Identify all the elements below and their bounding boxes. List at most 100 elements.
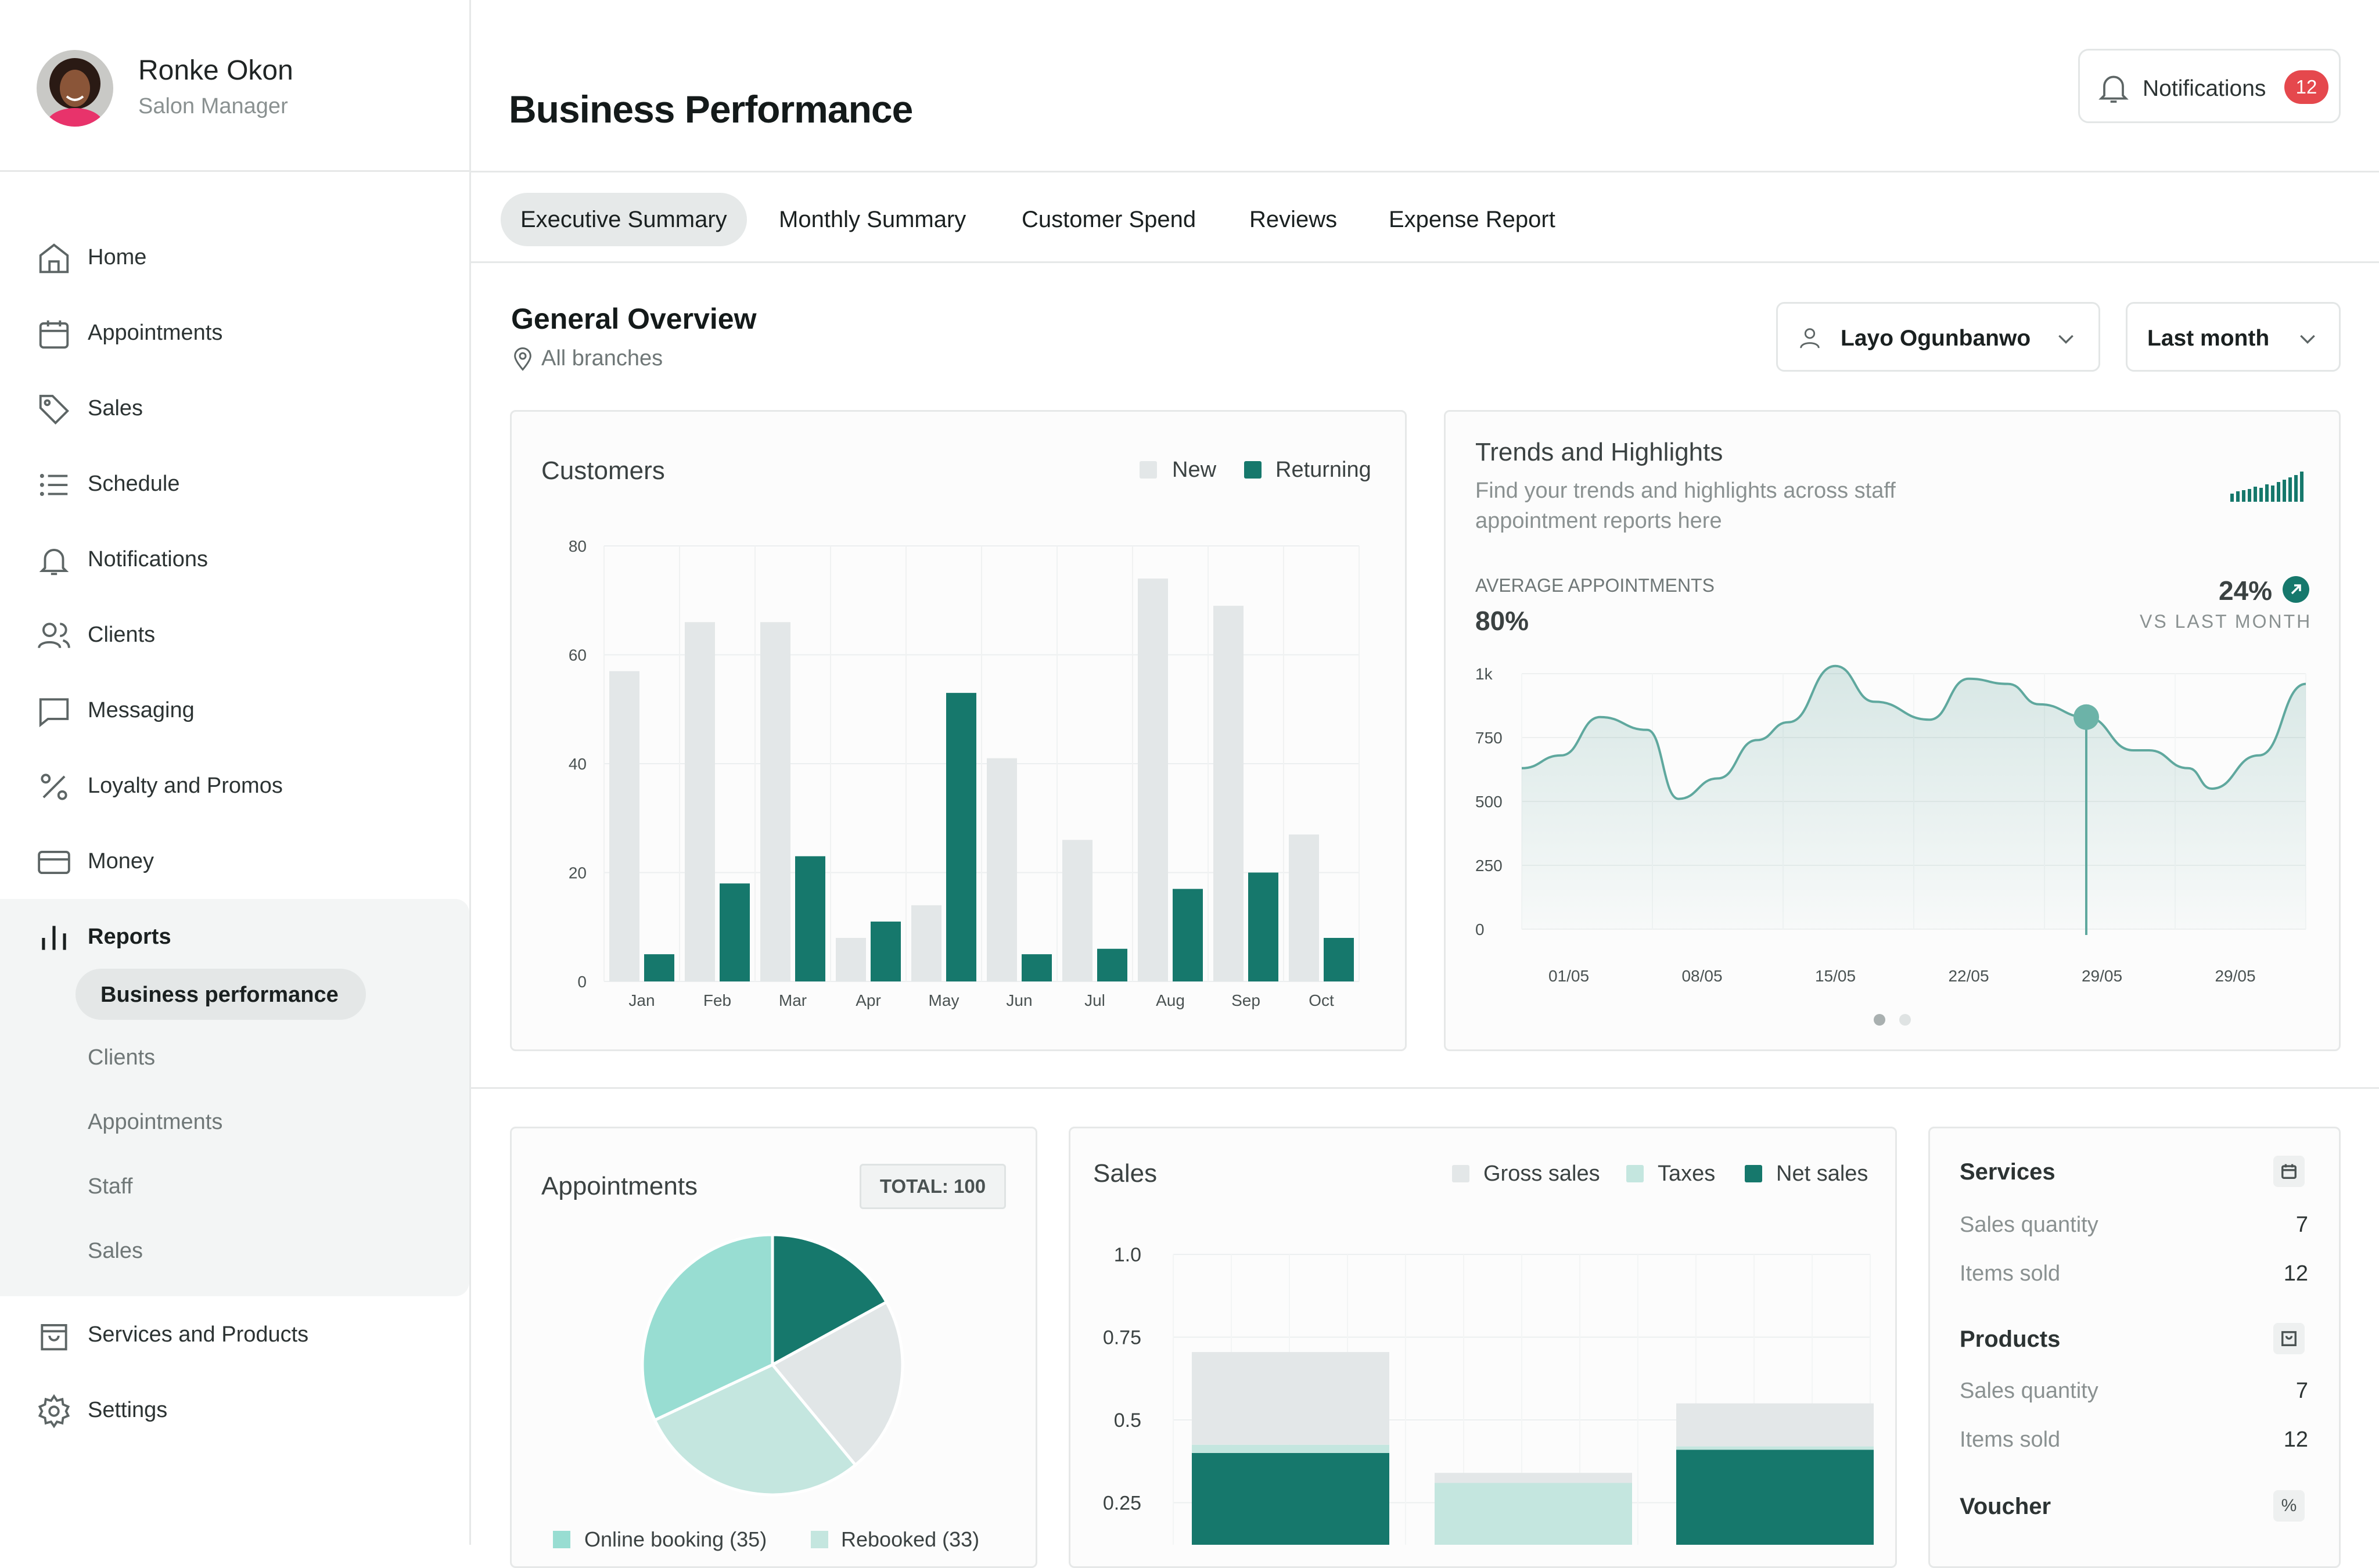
legend-gross-sales-label: Gross sales <box>1483 1161 1600 1186</box>
bar-returning <box>1022 954 1052 981</box>
bar-new <box>1213 606 1244 981</box>
mini-bars-icon <box>2230 472 2303 502</box>
metric-label: AVERAGE APPOINTMENTS <box>1475 575 1715 596</box>
card-icon <box>38 850 70 875</box>
gear-icon <box>38 1394 70 1429</box>
tab-reviews[interactable]: Reviews <box>1249 193 1337 246</box>
nav-label: Notifications <box>88 547 208 571</box>
y-tick-label: 750 <box>1475 729 1503 747</box>
nav-item-messaging[interactable]: Messaging <box>0 678 469 742</box>
sub-item-clients[interactable]: Clients <box>88 1045 155 1070</box>
sub-item-staff[interactable]: Staff <box>88 1174 132 1199</box>
period-select[interactable]: Last month <box>2126 302 2341 372</box>
nav-item-appointments[interactable]: Appointments <box>0 301 469 365</box>
stacked-bar-segment <box>1192 1352 1389 1445</box>
legend-returning-label: Returning <box>1275 458 1371 482</box>
x-tick-label: 22/05 <box>1948 967 1989 985</box>
bell-icon <box>2098 75 2129 103</box>
stacked-bar-segment <box>1192 1453 1389 1545</box>
notifications-label: Notifications <box>2143 76 2266 101</box>
nav-item-notifications[interactable]: Notifications <box>0 527 469 591</box>
pager-dot-active[interactable] <box>1874 1014 1885 1026</box>
appointments-pie-chart <box>641 1233 904 1497</box>
bar-new <box>987 758 1017 981</box>
bar-returning <box>644 954 674 981</box>
legend-returning-swatch <box>1244 461 1262 479</box>
nav-label: Services and Products <box>88 1322 309 1347</box>
nav-item-clients[interactable]: Clients <box>0 603 469 667</box>
sub-item-appointments[interactable]: Appointments <box>88 1110 222 1135</box>
legend-taxes-swatch <box>1626 1165 1644 1182</box>
message-icon <box>39 698 69 728</box>
customers-bar-chart: 0 20 40 60 80 Jan Feb Mar Apr May Jun Jul Aug Sep Oct <box>569 537 1360 1009</box>
voucher-heading: Voucher <box>1960 1494 2051 1519</box>
y-tick-label: 0.75 <box>1103 1327 1141 1349</box>
avatar[interactable] <box>37 50 113 127</box>
products-heading: Products <box>1960 1326 2061 1352</box>
y-tick-label: 60 <box>569 646 587 664</box>
tag-icon <box>39 394 69 425</box>
legend-taxes-label: Taxes <box>1658 1161 1716 1186</box>
notifications-count-badge: 12 <box>2284 70 2328 104</box>
nav-item-home[interactable]: Home <box>0 225 469 289</box>
legend-new-label: New <box>1172 458 1217 482</box>
tab-expense-report[interactable]: Expense Report <box>1389 193 1555 246</box>
nav-item-loyalty[interactable]: Loyalty and Promos <box>0 754 469 818</box>
x-tick-label: 08/05 <box>1681 967 1722 985</box>
bar-new <box>685 622 715 981</box>
legend-rebooked-label: Rebooked (33) <box>841 1527 980 1551</box>
nav-label: Schedule <box>88 472 180 496</box>
calendar-icon[interactable] <box>2273 1156 2305 1187</box>
nav-item-schedule[interactable]: Schedule <box>0 452 469 516</box>
bar-new <box>1062 840 1093 981</box>
y-tick-label: 0.25 <box>1103 1493 1141 1515</box>
x-tick-label: Apr <box>856 991 881 1009</box>
bell-icon <box>39 549 69 576</box>
bar-returning <box>1173 889 1203 981</box>
staff-select-value: Layo Ogunbanwo <box>1841 326 2031 351</box>
nav-item-services-products[interactable]: Services and Products <box>0 1303 469 1366</box>
pager-dot[interactable] <box>1899 1014 1911 1026</box>
nav-item-money[interactable]: Money <box>0 829 469 893</box>
services-row: Items sold 12 <box>1960 1261 2308 1286</box>
x-tick-label: 01/05 <box>1548 967 1589 985</box>
bar-returning <box>871 921 901 981</box>
sub-item-business-performance[interactable]: Business performance <box>76 969 366 1020</box>
legend-rebooked-swatch <box>811 1531 828 1548</box>
section-divider <box>471 1087 2379 1089</box>
x-tick-label: 29/05 <box>2082 967 2122 985</box>
y-tick-label: 0 <box>577 973 587 991</box>
y-tick-label: 20 <box>569 864 587 882</box>
nav-item-reports[interactable]: Reports <box>0 905 469 969</box>
nav-item-settings[interactable]: Settings <box>0 1378 469 1442</box>
nav-label: Clients <box>88 623 156 647</box>
stacked-bar-segment <box>1435 1473 1632 1483</box>
chevron-down-icon <box>2300 335 2315 344</box>
sub-item-sales[interactable]: Sales <box>88 1239 143 1264</box>
tab-customer-spend[interactable]: Customer Spend <box>1022 193 1196 246</box>
nav-label: Messaging <box>88 698 195 722</box>
legend-net-sales-swatch <box>1745 1165 1762 1182</box>
staff-select[interactable]: Layo Ogunbanwo <box>1776 302 2100 372</box>
y-tick-label: 1k <box>1475 665 1493 683</box>
trends-description-line2: appointment reports here <box>1475 509 1722 533</box>
y-tick-label: 500 <box>1475 793 1503 811</box>
services-row: Sales quantity 7 <box>1960 1213 2308 1237</box>
bag-icon[interactable] <box>2273 1323 2305 1354</box>
location-pin-icon <box>514 347 531 371</box>
bar-new <box>911 905 941 981</box>
change-label: VS LAST MONTH <box>2140 611 2312 632</box>
x-tick-label: 15/05 <box>1815 967 1856 985</box>
x-tick-label: Feb <box>703 991 731 1009</box>
user-icon <box>1800 328 1820 348</box>
nav-item-sales[interactable]: Sales <box>0 376 469 440</box>
chevron-down-icon <box>2058 335 2073 344</box>
notifications-button[interactable]: Notifications 12 <box>2078 49 2341 123</box>
percent-icon[interactable]: % <box>2273 1490 2305 1522</box>
tab-monthly-summary[interactable]: Monthly Summary <box>779 193 966 246</box>
appointments-total-badge: TOTAL: 100 <box>860 1164 1006 1209</box>
x-tick-label: Jun <box>1006 991 1032 1009</box>
sales-title: Sales <box>1093 1159 1158 1188</box>
tab-executive-summary[interactable]: Executive Summary <box>501 193 747 246</box>
users-icon <box>38 623 70 649</box>
